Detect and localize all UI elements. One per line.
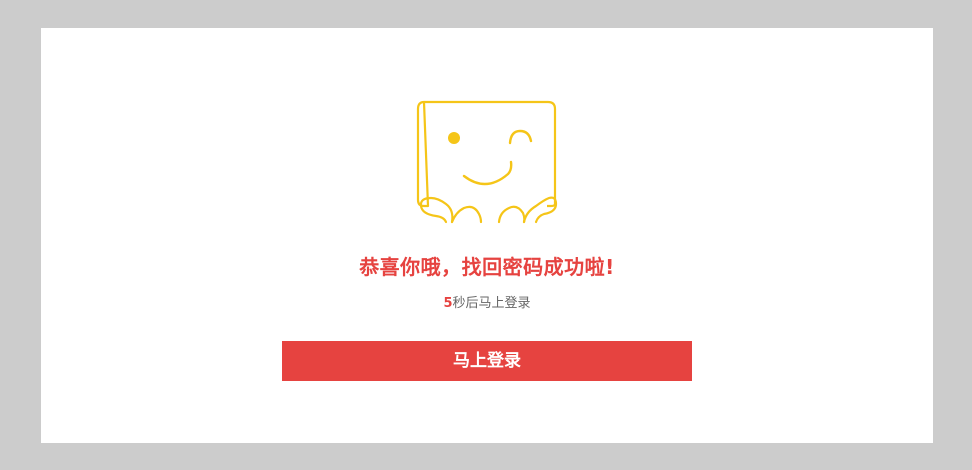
login-now-button[interactable]: 马上登录: [282, 341, 692, 381]
success-title: 恭喜你哦，找回密码成功啦!: [359, 255, 615, 279]
countdown-text: 5秒后马上登录: [41, 295, 933, 313]
success-card: 恭喜你哦，找回密码成功啦! 5秒后马上登录 马上登录: [41, 28, 933, 443]
winking-mascot-icon: [416, 100, 559, 224]
countdown-seconds: 5: [443, 296, 453, 311]
countdown-suffix: 秒后马上登录: [452, 296, 531, 311]
